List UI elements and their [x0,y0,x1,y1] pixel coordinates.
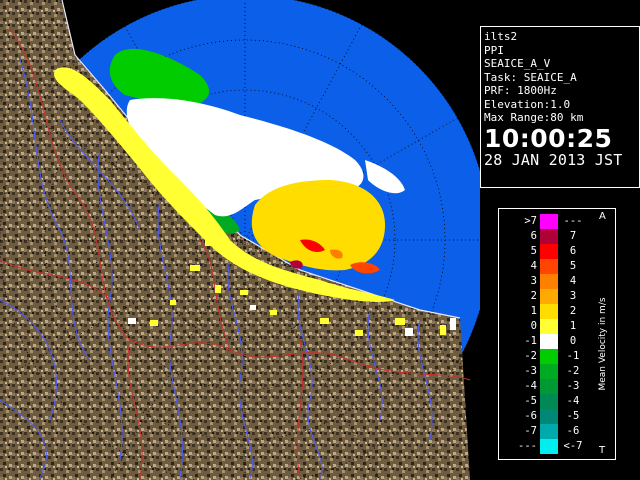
legend-bottom-letter: T [599,445,606,456]
legend-swatch [540,364,558,379]
scan-type: PPI [484,43,504,57]
legend-row-right-value: 1 [569,320,577,332]
legend-row-left-value: 1 [530,305,537,317]
legend-swatch [540,259,558,274]
legend-title-box: Mean Velocity in m/s [596,229,610,459]
legend-row-left-value: 4 [530,260,537,272]
legend-swatch [540,289,558,304]
legend-swatch [540,304,558,319]
legend-row-right-value: 7 [569,230,577,242]
legend-swatch [540,244,558,259]
scan-time: 10:00:25 [484,123,613,153]
legend-swatch [540,379,558,394]
legend-swatch [540,439,558,454]
legend-row-right-value: -5 [566,410,580,422]
legend-row-right-value: -4 [566,395,580,407]
legend-row-left-value: -5 [524,395,537,407]
legend-row-right-value: 6 [569,245,577,257]
legend-row-left-value: 0 [530,320,537,332]
legend-swatch [540,319,558,334]
task-name: Task: SEAICE_A [484,70,577,84]
radar-map-view[interactable] [0,0,480,480]
legend-row-right-value: -2 [566,365,580,377]
elevation-value: Elevation:1.0 [484,97,571,111]
scan-info-panel: ilts2 PPI SEAICE_A_V Task: SEAICE_A PRF:… [480,26,640,188]
legend-row-right-value: 4 [569,275,577,287]
legend-swatch [540,394,558,409]
prf-value: PRF: 1800Hz [484,84,557,97]
legend-row-left-value: --- [518,440,537,452]
max-range-value: Max Range:80 km [484,111,584,124]
site-name: ilts2 [484,30,518,43]
legend-row-left-value: 2 [530,290,537,302]
legend-swatch [540,349,558,364]
legend-row-right-value: <-7 [563,440,583,452]
legend-swatch [540,229,558,244]
legend-swatch [540,214,558,229]
legend-row-left-value: -6 [524,410,537,422]
legend-row-left-value: -1 [524,335,537,347]
legend-row-right-value: -3 [566,380,580,392]
legend-row-right-value: 0 [569,335,577,347]
legend-row-right-value: -6 [566,425,580,437]
legend-row-right-value: 3 [569,290,577,302]
legend-row-left-value: -4 [524,380,537,392]
legend-row-left-value: 6 [530,230,537,242]
legend-swatch [540,409,558,424]
legend-row-left-value: 5 [530,245,537,257]
scan-date: 28 JAN 2013 JST [484,150,623,169]
legend-title: Mean Velocity in m/s [598,297,608,391]
legend-swatch [540,424,558,439]
legend-row-left-value: -3 [524,365,537,377]
legend-row-right-value: --- [563,215,583,227]
legend-row-left-value: >7 [524,215,537,227]
radar-map-svg [0,0,480,480]
legend-row-left-value: -7 [524,425,537,437]
legend-top-letter: A [599,211,606,222]
legend-row-right-value: 5 [569,260,577,272]
velocity-legend: >7 --- 6 7 5 6 4 5 3 4 2 3 1 2 0 1 -1 0 -2 -1 -3 -2 -4 -3 -5 -4 -6… [498,208,616,460]
legend-row-left-value: 3 [530,275,537,287]
legend-row-left-value: -2 [524,350,537,362]
legend-swatch [540,334,558,349]
legend-swatch [540,274,558,289]
legend-row-right-value: 2 [569,305,577,317]
product-name: SEAICE_A_V [484,57,551,70]
legend-row-right-value: -1 [566,350,580,362]
